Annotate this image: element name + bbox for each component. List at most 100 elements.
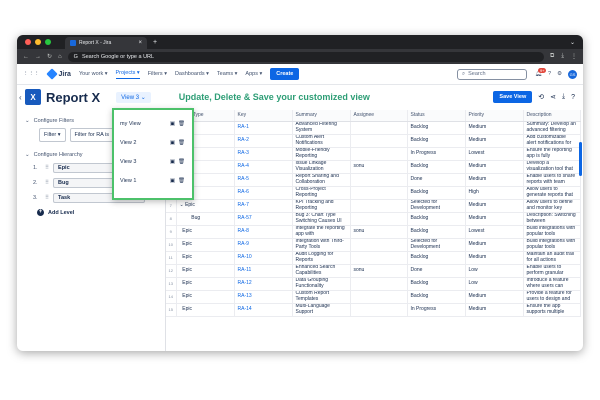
collapse-sidebar-icon[interactable]: ‹ <box>19 93 22 102</box>
table-row[interactable]: 10 Epic RA-9 Integration with Third-Party … <box>166 238 581 252</box>
maximize-window-dot[interactable] <box>45 39 51 45</box>
issue-key-link-text[interactable]: RA-3 <box>238 150 249 156</box>
tab-list-chevron-icon[interactable]: ⌄ <box>570 39 575 46</box>
table-row[interactable]: 15 Epic RA-14 Multi-Language Support In Pro… <box>166 303 581 317</box>
delete-icon[interactable]: 🗑︎ <box>177 140 186 146</box>
view-option[interactable]: View 3 ▣ 🗑︎ <box>120 152 186 171</box>
issue-key-link-text[interactable]: RA-12 <box>238 280 252 286</box>
column-header[interactable]: Description <box>523 110 581 122</box>
delete-icon[interactable]: 🗑︎ <box>177 121 186 127</box>
nav-dashboards[interactable]: Dashboards ▾ <box>175 71 209 77</box>
close-tab-icon[interactable]: × <box>138 40 142 46</box>
delete-icon[interactable]: 🗑︎ <box>177 178 186 184</box>
column-header[interactable]: Priority <box>465 110 524 122</box>
drag-handle-icon[interactable]: ⠿ <box>45 180 49 186</box>
new-tab-icon[interactable]: + <box>153 39 157 46</box>
view-option-label[interactable]: my View <box>120 121 168 127</box>
refresh-icon[interactable]: ⟲ <box>538 93 544 101</box>
back-icon[interactable]: ← <box>23 54 29 60</box>
close-window-dot[interactable] <box>25 39 31 45</box>
issue-key-link-text[interactable]: RA-14 <box>238 306 252 312</box>
issue-key-link-text[interactable]: RA-10 <box>238 254 252 260</box>
issue-key-link[interactable]: RA-8 <box>234 225 293 239</box>
filter-select[interactable]: Filter ▾ <box>39 128 66 142</box>
issue-key-link-text[interactable]: RA-11 <box>238 267 252 273</box>
table-row[interactable]: 7 ⌄ Epic RA-7 KPI Tracking and Reporting Sel… <box>166 199 581 213</box>
nav-teams[interactable]: Teams ▾ <box>217 71 238 77</box>
view-option[interactable]: View 1 ▣ 🗑︎ <box>120 171 186 190</box>
avatar[interactable]: GS <box>568 69 577 79</box>
issue-key-link-text[interactable]: RA-57 <box>238 215 252 221</box>
issue-key-link[interactable]: RA-2 <box>234 134 293 148</box>
view-option[interactable]: my View ▣ 🗑︎ <box>120 114 186 133</box>
minimize-window-dot[interactable] <box>35 39 41 45</box>
nav-projects[interactable]: Projects ▾ <box>115 70 140 79</box>
table-row[interactable]: 6 EpicRA-6Cross-Project ReportingBacklog… <box>166 186 581 200</box>
issue-key-link-text[interactable]: RA-8 <box>238 228 249 234</box>
reload-icon[interactable]: ↻ <box>47 53 52 60</box>
view-option[interactable]: View 2 ▣ 🗑︎ <box>120 133 186 152</box>
browser-tab[interactable]: Report X - Jira × <box>65 37 147 49</box>
issue-key-link[interactable]: RA-4 <box>234 160 293 174</box>
issue-key-link-text[interactable]: RA-9 <box>238 241 249 247</box>
view-option-label[interactable]: View 3 <box>120 159 168 165</box>
column-header[interactable]: Key <box>234 110 293 122</box>
save-icon[interactable]: ▣ <box>168 140 177 146</box>
column-header[interactable]: Summary <box>292 110 351 122</box>
delete-icon[interactable]: 🗑︎ <box>177 159 186 165</box>
nav-apps[interactable]: Apps ▾ <box>245 71 262 77</box>
add-level-button[interactable]: + Add Level <box>37 209 157 216</box>
create-button[interactable]: Create <box>270 68 300 80</box>
table-scrollbar[interactable] <box>579 142 582 176</box>
issue-key-link-text[interactable]: RA-2 <box>238 137 249 143</box>
column-header[interactable]: Status <box>407 110 466 122</box>
table-row[interactable]: 2 EpicRA-2Custom Alert NotificationsBack… <box>166 134 581 148</box>
view-selector-dropdown[interactable]: View 3 ⌄ <box>116 91 151 103</box>
issue-key-link[interactable]: RA-13 <box>234 290 293 304</box>
issue-key-link-text[interactable]: RA-7 <box>238 202 249 208</box>
view-option-label[interactable]: View 1 <box>120 178 168 184</box>
issue-key-link[interactable]: RA-10 <box>234 251 293 265</box>
table-row[interactable]: 3 EpicRA-3Mobile-Friendly ReportingIn Pr… <box>166 147 581 161</box>
view-option-label[interactable]: View 2 <box>120 140 168 146</box>
issue-key-link-text[interactable]: RA-1 <box>238 124 249 130</box>
table-row[interactable]: 12 Epic RA-11 Enhanced Search Capabilities… <box>166 264 581 278</box>
issue-key-link[interactable]: RA-1 <box>234 121 293 135</box>
save-icon[interactable]: ▣ <box>168 159 177 165</box>
share-icon[interactable]: ⋖ <box>550 93 556 101</box>
save-icon[interactable]: ▣ <box>168 121 177 127</box>
jira-logo[interactable]: Jira <box>45 68 71 80</box>
table-row[interactable]: 9 Epic RA-8 Integrate the reporting app wi… <box>166 225 581 239</box>
nav-your-work[interactable]: Your work ▾ <box>79 71 108 77</box>
settings-gear-icon[interactable]: ⚙ <box>557 71 562 77</box>
issue-key-link[interactable]: RA-6 <box>234 186 293 200</box>
forward-icon[interactable]: → <box>35 54 41 60</box>
url-input[interactable]: G Search Google or type a URL <box>67 51 545 62</box>
menu-kebab-icon[interactable]: ⋮ <box>571 53 577 60</box>
table-row[interactable]: 11 Epic RA-10 Audit Logging for Reports Bac… <box>166 251 581 265</box>
issue-key-link[interactable]: RA-7 <box>234 199 293 213</box>
nav-filters[interactable]: Filters ▾ <box>148 71 167 77</box>
table-row[interactable]: 8 Bug RA-57 Bug 3: Chart Type Switching Ca… <box>166 212 581 226</box>
issue-key-link[interactable]: RA-12 <box>234 277 293 291</box>
issue-key-link[interactable]: RA-3 <box>234 147 293 161</box>
table-row[interactable]: 14 Epic RA-13 Custom Report Templates Backl… <box>166 290 581 304</box>
home-icon[interactable]: ⌂ <box>58 54 62 60</box>
issue-key-link[interactable]: RA-5 <box>234 173 293 187</box>
issue-key-link[interactable]: RA-11 <box>234 264 293 278</box>
issue-key-link-text[interactable]: RA-4 <box>238 163 249 169</box>
save-icon[interactable]: ▣ <box>168 178 177 184</box>
table-row[interactable]: 4 EpicRA-4Issue Linkage Visualizationson… <box>166 160 581 174</box>
help-icon[interactable]: ? <box>548 71 551 77</box>
issue-key-link-text[interactable]: RA-6 <box>238 189 249 195</box>
table-row[interactable]: 13 Epic RA-12 Data Grouping Functionality B… <box>166 277 581 291</box>
table-row[interactable]: 5 EpicRA-5Report Sharing and Collaborati… <box>166 173 581 187</box>
column-header[interactable]: Assignee <box>350 110 408 122</box>
search-input[interactable]: ⌕ Search <box>457 68 528 80</box>
issue-key-link[interactable]: RA-14 <box>234 303 293 317</box>
issue-key-link[interactable]: RA-9 <box>234 238 293 252</box>
filter-value-input[interactable]: Filter for RA is <box>69 128 115 142</box>
help-circle-icon[interactable]: ? <box>571 94 575 101</box>
table-row[interactable]: 1 EpicRA-1Advanced Filtering SystemBackl… <box>166 121 581 135</box>
extensions-icon[interactable]: ⧉ <box>550 53 554 60</box>
